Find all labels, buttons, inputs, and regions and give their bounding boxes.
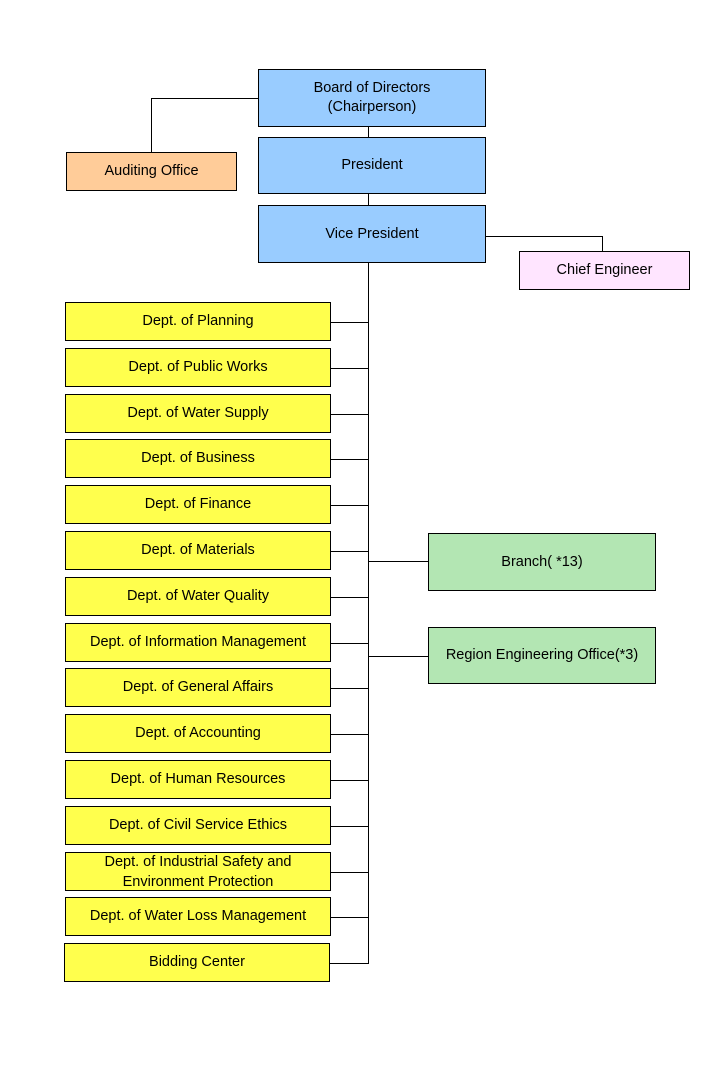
connector-department [330, 643, 369, 644]
department-label: Dept. of Civil Service Ethics [108, 817, 288, 833]
department-box[interactable]: Dept. of Planning [65, 302, 331, 341]
president-box[interactable]: President [258, 137, 486, 194]
connector-region [368, 656, 429, 657]
branch-box[interactable]: Branch( *13) [428, 533, 656, 591]
department-box[interactable]: Dept. of Water Loss Management [65, 897, 331, 936]
chief-engineer-box[interactable]: Chief Engineer [519, 251, 690, 290]
department-box[interactable]: Dept. of Public Works [65, 348, 331, 387]
connector-department [330, 597, 369, 598]
connector-branch [368, 561, 429, 562]
department-label: Dept. of Accounting [135, 725, 261, 741]
connector-department [330, 414, 369, 415]
connector-vp-engineer [485, 236, 603, 237]
department-label: Dept. of Business [141, 450, 255, 466]
department-box[interactable]: Dept. of Water Quality [65, 577, 331, 616]
connector-department [330, 872, 369, 873]
vice-president-label: Vice President [325, 225, 419, 242]
department-label: Dept. of Industrial Safety and Environme… [104, 853, 292, 890]
department-label: Dept. of Public Works [128, 359, 268, 375]
connector-department [330, 734, 369, 735]
connector-department [330, 917, 369, 918]
department-box[interactable]: Bidding Center [64, 943, 330, 982]
department-box[interactable]: Dept. of Water Supply [65, 394, 331, 433]
connector-board-audit [151, 98, 259, 99]
department-box[interactable]: Dept. of Human Resources [65, 760, 331, 799]
connector-department [330, 688, 369, 689]
connector-department [330, 459, 369, 460]
connector-department [330, 551, 369, 552]
department-label: Dept. of Finance [144, 496, 252, 512]
department-label: Dept. of Water Quality [126, 588, 270, 604]
department-label: Dept. of Information Management [89, 634, 306, 650]
chief-engineer-label: Chief Engineer [556, 262, 653, 278]
department-label: Dept. of Materials [141, 542, 255, 558]
department-box[interactable]: Dept. of Information Management [65, 623, 331, 662]
connector-department [330, 826, 369, 827]
board-of-directors-box[interactable]: Board of Directors (Chairperson) [258, 69, 486, 127]
region-engineering-office-box[interactable]: Region Engineering Office(*3) [428, 627, 656, 684]
department-label: Bidding Center [149, 954, 245, 970]
branch-label: Branch( *13) [501, 553, 583, 570]
connector-department [330, 963, 369, 964]
region-engineering-office-label: Region Engineering Office(*3) [445, 647, 639, 663]
department-label: Dept. of Planning [142, 313, 254, 329]
auditing-office-label: Auditing Office [104, 163, 199, 179]
connector-department [330, 780, 369, 781]
department-box[interactable]: Dept. of Materials [65, 531, 331, 570]
department-box[interactable]: Dept. of Civil Service Ethics [65, 806, 331, 845]
auditing-office-box[interactable]: Auditing Office [66, 152, 237, 191]
department-box[interactable]: Dept. of Industrial Safety and Environme… [65, 852, 331, 891]
department-box[interactable]: Dept. of Business [65, 439, 331, 478]
department-label: Dept. of Human Resources [110, 771, 286, 787]
department-label: Dept. of General Affairs [122, 679, 274, 695]
connector-engineer-drop [602, 236, 603, 252]
department-label: Dept. of Water Loss Management [89, 908, 307, 924]
connector-department [330, 368, 369, 369]
president-label: President [341, 157, 403, 173]
department-box[interactable]: Dept. of Accounting [65, 714, 331, 753]
connector-department [330, 505, 369, 506]
department-label: Dept. of Water Supply [127, 405, 269, 421]
connector-department [330, 322, 369, 323]
department-box[interactable]: Dept. of General Affairs [65, 668, 331, 707]
department-box[interactable]: Dept. of Finance [65, 485, 331, 524]
board-of-directors-label: Board of Directors (Chairperson) [313, 80, 431, 115]
connector-audit-drop [151, 98, 152, 153]
vice-president-box[interactable]: Vice President [258, 205, 486, 263]
